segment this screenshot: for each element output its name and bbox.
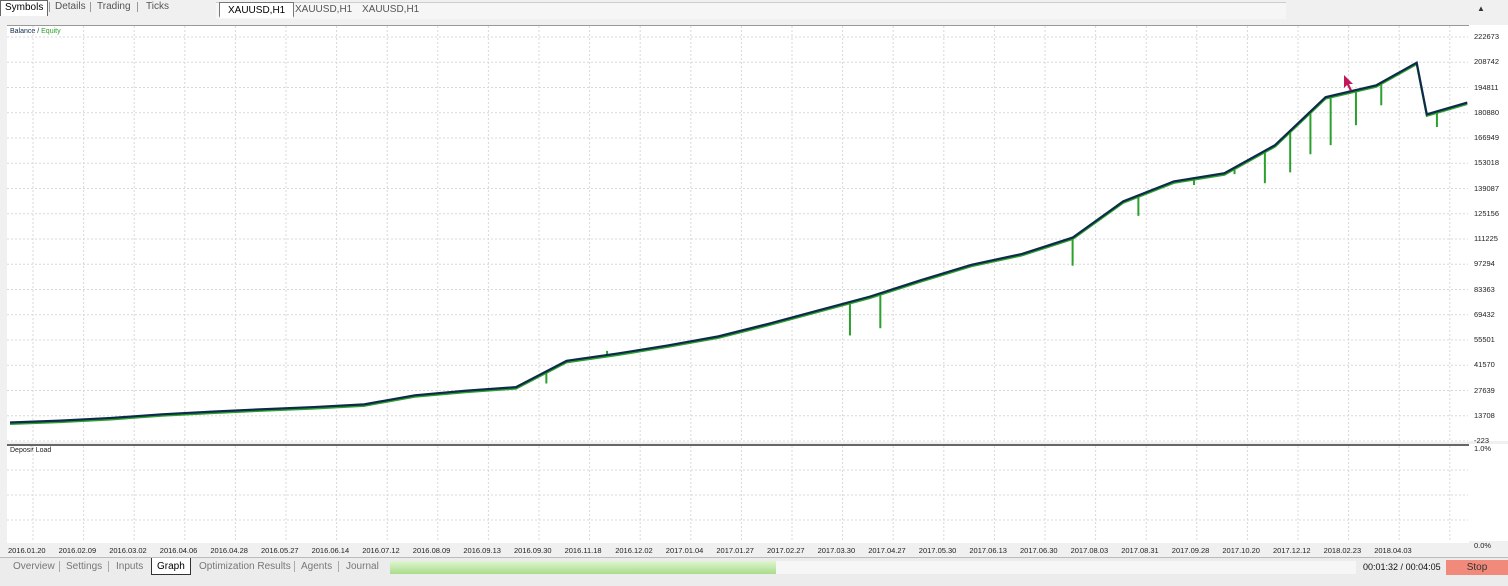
x-tick-label: 2018.02.23 (1323, 546, 1362, 555)
x-tick-label: 2016.04.06 (159, 546, 198, 555)
x-tick-label: 2016.02.09 (58, 546, 97, 555)
tab-settings[interactable]: Settings (66, 560, 102, 574)
y-tick-label: 13708 (1474, 410, 1495, 420)
timer-separator: / (1398, 562, 1406, 572)
y-tick-label: -223 (1474, 436, 1490, 445)
x-tick-label: 2017.08.31 (1121, 546, 1159, 555)
x-tick-label: 2016.09.30 (514, 546, 552, 555)
tab-separator (108, 561, 109, 572)
elapsed-time: 00:01:32 / 00:04:05 (1363, 562, 1441, 572)
y-tick-label: 83363 (1474, 284, 1495, 294)
x-tick-label: 2017.05.30 (918, 546, 957, 555)
y-tick-label: 125156 (1474, 208, 1500, 218)
x-tick-label: 2017.04.27 (868, 546, 906, 555)
y-tick-label: 55501 (1474, 335, 1495, 344)
x-tick-label: 2017.06.30 (1020, 546, 1058, 555)
x-tick-label: 2017.08.03 (1070, 546, 1109, 555)
x-tick-label: 2018.04.03 (1374, 546, 1412, 555)
y-tick-label: 222673 (1474, 32, 1500, 41)
x-tick-label: 2016.08.09 (412, 546, 451, 555)
x-tick-label: 2017.03.30 (817, 546, 856, 555)
tab-journal[interactable]: Journal (346, 560, 379, 574)
tab-separator (338, 561, 339, 572)
stop-button[interactable]: Stop (1446, 560, 1508, 575)
mouse-cursor-icon (1344, 75, 1353, 91)
y-tick-label: 69432 (1474, 309, 1495, 319)
y-tick-label: 27639 (1474, 385, 1495, 395)
tab-inputs[interactable]: Inputs (116, 560, 143, 574)
elapsed-value: 00:01:32 (1363, 562, 1399, 572)
tab-separator (294, 561, 295, 572)
y-tick-label: 97294 (1474, 259, 1495, 269)
y-tick-label: 180880 (1474, 107, 1500, 117)
x-tick-label: 2016.12.02 (615, 546, 653, 555)
x-tick-label: 2016.01.20 (8, 546, 46, 555)
x-tick-label: 2017.10.20 (1222, 546, 1260, 555)
x-tick-label: 2017.06.13 (969, 546, 1007, 555)
x-tick-label: 2017.01.27 (716, 546, 754, 555)
x-tick-label: 2017.02.27 (767, 546, 805, 555)
x-tick-label: 2016.05.27 (261, 546, 299, 555)
balance-line (9, 60, 1468, 424)
x-tick-label: 2017.01.04 (665, 546, 704, 555)
tab-overview[interactable]: Overview (13, 560, 55, 574)
y-tick-label: 111225 (1474, 234, 1498, 243)
tab-graph[interactable]: Graph (151, 558, 191, 575)
x-tick-label: 2016.09.13 (463, 546, 501, 555)
x-tick-label: 2016.03.02 (109, 546, 147, 555)
x-tick-label: 2017.12.12 (1273, 546, 1311, 555)
y-tick-label: 208742 (1474, 57, 1500, 67)
tab-agents[interactable]: Agents (301, 560, 332, 574)
progress-bar (390, 561, 777, 574)
tab-optimization-results[interactable]: Optimization Results (199, 560, 291, 574)
y-tick-label: 194811 (1474, 82, 1499, 92)
y-tick-label: 153018 (1474, 158, 1500, 168)
tab-separator (59, 561, 60, 572)
y-tick-label: 41570 (1474, 360, 1495, 370)
x-tick-label: 2017.09.28 (1171, 546, 1210, 555)
equity-line (9, 62, 1468, 425)
x-tick-label: 2016.04.28 (210, 546, 248, 555)
x-tick-label: 2016.07.12 (362, 546, 400, 555)
y-tick-label: 139087 (1474, 183, 1500, 193)
x-tick-label: 2016.06.14 (311, 546, 350, 555)
y-tick-label: 166949 (1474, 133, 1500, 142)
x-tick-label: 2016.11.18 (564, 546, 602, 555)
chart-svg (7, 26, 1468, 541)
total-value: 00:04:05 (1405, 562, 1441, 572)
